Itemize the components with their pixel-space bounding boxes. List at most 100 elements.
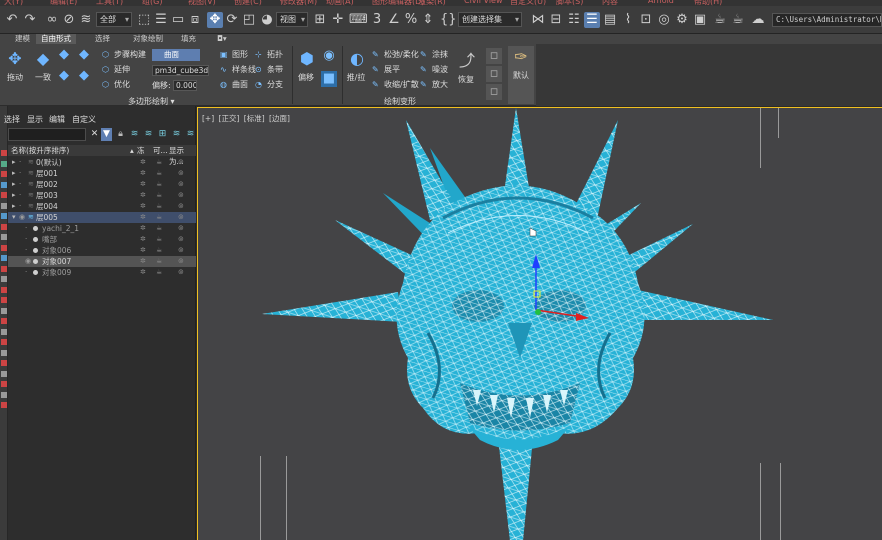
visibility-eye-icon[interactable]: ·	[19, 179, 21, 190]
pivot-center-icon[interactable]: ⊞	[312, 12, 328, 28]
explorer-tool-icon[interactable]	[1, 381, 7, 387]
renderable-icon[interactable]: ☕	[156, 157, 162, 168]
step-build-button[interactable]: ⬡ 步骤构建	[102, 49, 146, 60]
undo-icon[interactable]: ↶	[4, 12, 20, 28]
schematic-view-icon[interactable]: ⊡	[638, 12, 654, 28]
link-icon[interactable]: ∞	[44, 12, 60, 28]
layer-row[interactable]: ▸ · ≋ 层002 ✲ ☕ ⊚	[8, 179, 196, 190]
object-row[interactable]: · 嘴部 ✲ ☕ ⊚	[8, 234, 196, 245]
explorer-column-header[interactable]: 名称(按升序排序) ▴ 冻 可... 显示为...	[8, 145, 196, 166]
ribbon-tab[interactable]: 选择	[90, 34, 115, 44]
select-manipulate-icon[interactable]: ✛	[330, 12, 346, 28]
pinch-spread-button[interactable]: ✎ 收缩/扩散	[372, 79, 419, 90]
lock-icon[interactable]: 🔒︎	[115, 128, 126, 141]
exaggerate-button[interactable]: ✎ 放大	[420, 79, 448, 90]
freeze-icon[interactable]: ✲	[140, 168, 146, 179]
object-pick-field[interactable]: pm3d_cube3d1_5	[152, 65, 209, 76]
new-layer-icon[interactable]: ≋	[143, 128, 154, 141]
shift-move-icon[interactable]: ◆	[76, 47, 92, 63]
branches-button[interactable]: ◔ 分支	[255, 79, 283, 90]
viewport-front[interactable]: [+] [正交] [标准] [边面]	[197, 107, 882, 540]
default-brush-button[interactable]: ✑ 默认	[508, 46, 534, 104]
splines-button[interactable]: ∿ 样条线	[220, 64, 256, 75]
explorer-tool-icon[interactable]	[1, 265, 7, 272]
display-as-icon[interactable]: ⊚	[178, 267, 184, 278]
conform-options-icon[interactable]: ◆	[56, 47, 72, 63]
explorer-tool-icon[interactable]	[1, 160, 7, 167]
visibility-eye-icon[interactable]: ·	[19, 190, 21, 201]
explorer-tool-icon[interactable]	[1, 255, 7, 261]
toggle-ribbon-icon[interactable]: ▤	[602, 12, 618, 28]
column-renderable[interactable]: 可...	[153, 145, 168, 156]
strips-button[interactable]: ⊙ 条带	[255, 64, 283, 75]
explorer-tool-icon[interactable]	[1, 223, 7, 230]
object-row[interactable]: · yachi_2_1 ✲ ☕ ⊚	[8, 223, 196, 234]
ribbon-tab[interactable]: 对象绘制	[128, 34, 168, 44]
explorer-tool-icon[interactable]	[1, 318, 7, 324]
layer-row[interactable]: ▸ · ≋ 层003 ✲ ☕ ⊚	[8, 190, 196, 201]
explorer-tool-icon[interactable]	[1, 328, 7, 335]
angle-snap-icon[interactable]: ∠	[386, 12, 402, 28]
topology-button[interactable]: ⊹ 拓扑	[255, 49, 283, 60]
ribbon-tab[interactable]: 建模	[10, 34, 35, 44]
relax-soften-button[interactable]: ✎ 松弛/柔化	[372, 49, 419, 60]
explorer-tool-icon[interactable]	[1, 150, 7, 156]
renderable-icon[interactable]: ☕	[156, 223, 162, 234]
renderable-icon[interactable]: ☕	[156, 212, 162, 223]
explorer-tool-icon[interactable]	[1, 402, 7, 408]
shift-rotate-brush-icon[interactable]: ◉	[321, 48, 337, 64]
collapse-arrow-icon[interactable]: ▾	[12, 212, 16, 223]
freeze-icon[interactable]: ✲	[140, 256, 146, 267]
explorer-tool-icon[interactable]	[1, 192, 7, 198]
select-and-scale-icon[interactable]: ◰	[241, 12, 257, 28]
select-and-place-icon[interactable]: ◕	[259, 12, 275, 28]
freeze-icon[interactable]: ✲	[140, 267, 146, 278]
freeze-icon[interactable]: ✲	[140, 234, 146, 245]
selection-filter-dropdown[interactable]: 全部	[96, 12, 132, 27]
visibility-eye-icon[interactable]: ·	[19, 201, 21, 212]
display-as-icon[interactable]: ⊚	[178, 157, 184, 168]
percent-snap-icon[interactable]: %	[403, 12, 419, 28]
freeze-paint-icon[interactable]: ▫	[486, 48, 502, 64]
explorer-tool-icon[interactable]	[1, 202, 7, 209]
reference-coordinate-dropdown[interactable]: 视图	[276, 12, 308, 27]
freeze-icon[interactable]: ✲	[140, 212, 146, 223]
surface-button[interactable]: ◍ 曲面	[220, 79, 248, 90]
bind-space-warp-icon[interactable]: ≋	[78, 12, 94, 28]
layer-explorer-icon[interactable]: ☰	[584, 12, 600, 28]
window-crossing-icon[interactable]: ⧈	[187, 12, 203, 28]
explorer-menu-item[interactable]: 自定义	[72, 114, 96, 125]
column-name[interactable]: 名称(按升序排序)	[11, 145, 69, 156]
renderable-icon[interactable]: ☕	[156, 190, 162, 201]
renderable-icon[interactable]: ☕	[156, 256, 162, 267]
explorer-tool-icon[interactable]	[1, 349, 7, 356]
visibility-eye-icon[interactable]: ·	[25, 245, 27, 256]
display-as-icon[interactable]: ⊚	[178, 201, 184, 212]
explorer-tool-icon[interactable]	[1, 244, 7, 251]
explorer-tool-icon[interactable]	[1, 276, 7, 282]
shift-scale-brush-icon[interactable]: ■	[321, 71, 337, 87]
named-selection-set-dropdown[interactable]: 创建选择集	[458, 12, 522, 27]
renderable-icon[interactable]: ☕	[156, 234, 162, 245]
explorer-tool-icon[interactable]	[1, 370, 7, 377]
explorer-tool-icon[interactable]	[1, 360, 7, 366]
ignore-backfacing-icon[interactable]: ▫	[486, 66, 502, 82]
select-and-move-icon[interactable]: ✥	[207, 12, 223, 28]
expand-arrow-icon[interactable]: ▸	[12, 190, 16, 201]
visibility-eye-icon[interactable]: ◉	[19, 212, 25, 223]
layer-row[interactable]: ▸ · ≋ 层004 ✲ ☕ ⊚	[8, 201, 196, 212]
object-row[interactable]: · 对象006 ✲ ☕ ⊚	[8, 245, 196, 256]
render-production-icon[interactable]: ☕	[712, 12, 728, 28]
freeze-icon[interactable]: ✲	[140, 157, 146, 168]
shapes-button[interactable]: ▣ 图形	[220, 49, 248, 60]
model-mesh[interactable]	[198, 108, 882, 540]
redo-icon[interactable]: ↷	[22, 12, 38, 28]
display-as-icon[interactable]: ⊚	[178, 190, 184, 201]
scene-explorer-toggle-icon[interactable]: ☷	[566, 12, 582, 28]
optimize-button[interactable]: ⬡ 优化	[102, 79, 130, 90]
renderable-icon[interactable]: ☕	[156, 245, 162, 256]
display-as-icon[interactable]: ⊚	[178, 245, 184, 256]
explorer-tool-icon[interactable]	[1, 297, 7, 303]
display-as-icon[interactable]: ⊚	[178, 223, 184, 234]
expand-arrow-icon[interactable]: ▸	[12, 201, 16, 212]
